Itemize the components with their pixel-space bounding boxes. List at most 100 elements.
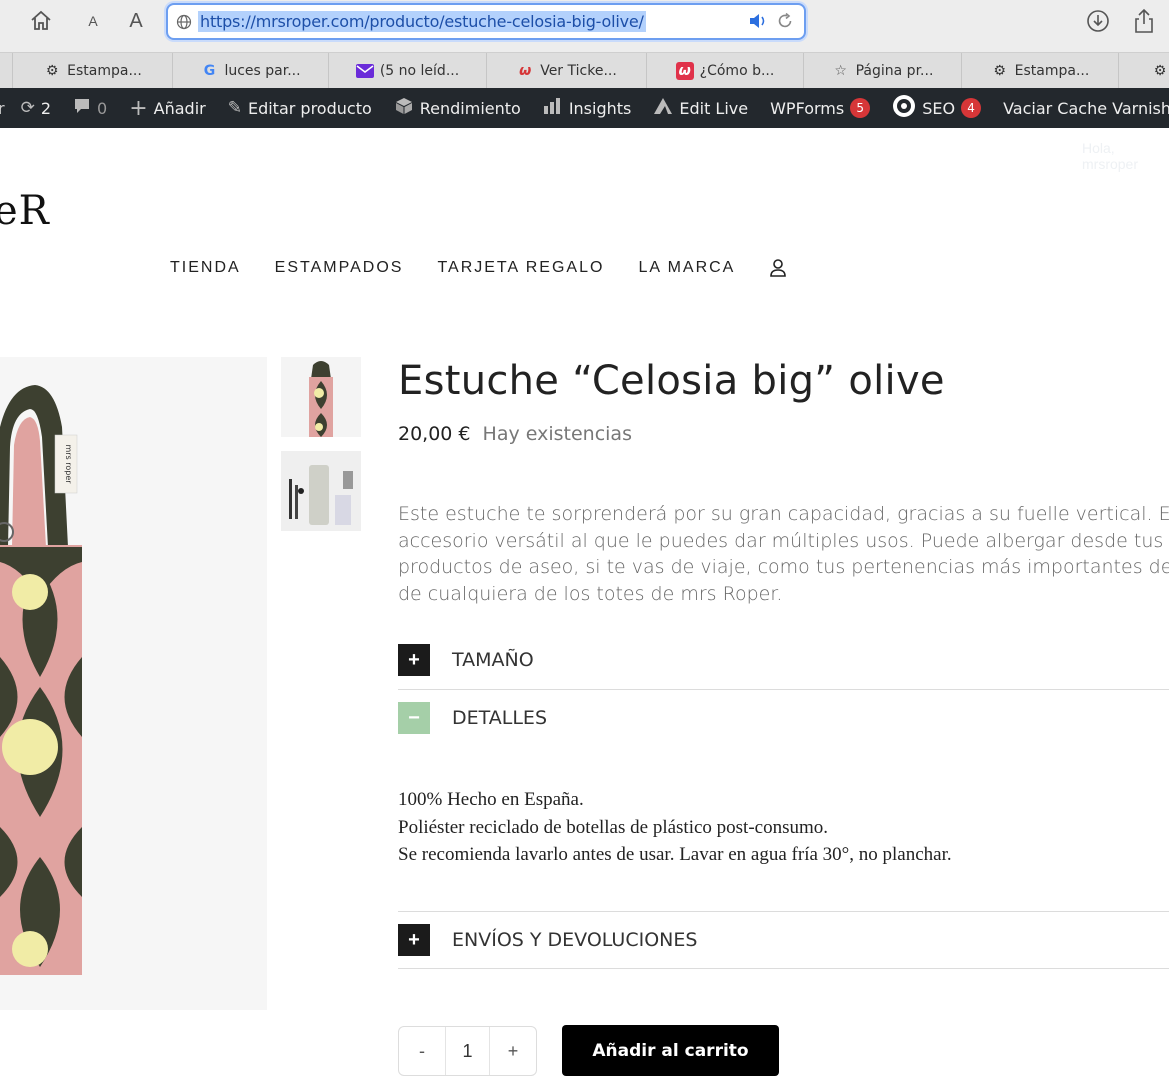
wpforms-label: WPForms [770, 98, 845, 118]
nav-tienda[interactable]: TIENDA [170, 259, 241, 277]
description-line: de cualquiera de los totes de mrs Roper. [398, 582, 783, 605]
download-icon[interactable] [1084, 8, 1112, 34]
quantity-input[interactable]: 1 [445, 1027, 490, 1075]
tab-estampa-1[interactable]: ⚙ Estampa... [12, 53, 172, 89]
tab-luces[interactable]: G luces par... [172, 53, 328, 89]
admin-bar-partial-item[interactable]: r [0, 99, 5, 118]
tab-label: Página pr... [855, 63, 934, 79]
edit-live-item[interactable]: Edit Live [653, 97, 748, 120]
gear-icon: ⚙ [993, 63, 1006, 79]
add-label: Añadir [153, 98, 206, 118]
divider [398, 911, 1169, 912]
comments-count: 0 [97, 98, 108, 118]
seo-badge: 4 [961, 98, 982, 118]
star-icon: ☆ [834, 63, 847, 79]
details-line: Se recomienda lavarlo antes de usar. Lav… [398, 844, 952, 865]
comments-item[interactable]: 0 [73, 97, 107, 120]
product-price: 20,00 € [398, 423, 471, 445]
tab-partial[interactable] [0, 53, 12, 89]
tab-como[interactable]: ω ¿Cómo b... [646, 53, 803, 89]
tab-label: ¿Cómo b... [699, 63, 775, 79]
details-line: Poliéster reciclado de botellas de plást… [398, 816, 829, 838]
accordion-shipping[interactable]: + ENVÍOS Y DEVOLUCIONES [398, 924, 1169, 956]
accordion-details-label[interactable]: DETALLES [452, 707, 547, 729]
refresh-icon: ⟳ [20, 98, 35, 118]
details-content: 100% Hecho en España. Poliéster reciclad… [398, 786, 952, 869]
bar-chart-icon [543, 97, 563, 120]
google-icon: G [203, 63, 216, 79]
cache-label: Vaciar Cache Varnish [1003, 98, 1169, 118]
box-icon [394, 97, 414, 120]
tab-label: Estampa... [1014, 63, 1090, 79]
insights-item[interactable]: Insights [543, 97, 632, 120]
tag-label: mrs roper [64, 444, 73, 484]
divider [398, 689, 1169, 690]
speaker-icon[interactable] [748, 12, 768, 35]
mail-icon [355, 62, 374, 80]
text-smaller-button[interactable]: A [84, 8, 102, 34]
wp-admin-bar: r ⟳ 2 0 + Añadir ✎ Editar producto Rendi… [0, 88, 1169, 128]
description-line: Este estuche te sorprenderá por su gran … [398, 503, 1169, 525]
pencil-icon: ✎ [227, 98, 242, 118]
tab-label: Ver Ticke... [540, 63, 617, 79]
nav-tarjeta-regalo[interactable]: TARJETA REGALO [437, 259, 604, 277]
collapse-icon[interactable]: − [398, 702, 430, 734]
mountain-icon [653, 97, 673, 120]
w-icon: ω [675, 62, 694, 80]
reload-icon[interactable] [776, 12, 794, 35]
updates-count: 2 [40, 98, 52, 118]
url-text: https://mrsroper.com/producto/estuche-ce… [198, 11, 646, 32]
main-nav: TIENDA ESTAMPADOS TARJETA REGALO LA MARC… [170, 258, 787, 278]
address-bar[interactable]: https://mrsroper.com/producto/estuche-ce… [166, 3, 806, 40]
add-new-item[interactable]: + Añadir [129, 96, 206, 121]
edit-product-label: Editar producto [247, 98, 372, 118]
quantity-decrease-button[interactable]: - [399, 1027, 445, 1075]
updates-item[interactable]: ⟳ 2 [21, 98, 51, 118]
accordion-details[interactable]: − DETALLES [398, 702, 1169, 734]
tab-tickets[interactable]: ω Ver Ticke... [486, 53, 646, 89]
product-description: Este estuche te sorprenderá por su gran … [398, 501, 1169, 607]
seo-gear-icon [892, 94, 916, 123]
expand-icon[interactable]: + [398, 924, 430, 956]
product-main-image[interactable]: mrs roper [0, 357, 267, 1010]
edit-product-item[interactable]: ✎ Editar producto [228, 98, 372, 118]
accordion-size-label[interactable]: TAMAÑO [452, 649, 534, 671]
browser-toolbar: A A https://mrsroper.com/producto/estuch… [0, 0, 1169, 52]
add-to-cart-button[interactable]: Añadir al carrito [562, 1025, 779, 1076]
seo-item[interactable]: SEO 4 [892, 94, 982, 123]
performance-label: Rendimiento [419, 98, 521, 118]
site-logo[interactable]: eR [0, 188, 50, 234]
tab-more[interactable]: ⚙ [1118, 53, 1169, 89]
tab-mail[interactable]: (5 no leíd... [328, 53, 486, 89]
gear-icon: ⚙ [1153, 63, 1167, 79]
performance-item[interactable]: Rendimiento [394, 97, 521, 120]
account-icon[interactable] [769, 258, 787, 278]
text-larger-button[interactable]: A [125, 8, 147, 34]
w-icon: ω [519, 63, 532, 79]
product-thumbnail-2[interactable] [281, 451, 361, 531]
divider [398, 968, 1169, 969]
gear-icon: ⚙ [45, 63, 59, 79]
share-icon[interactable] [1130, 8, 1158, 34]
product-thumbnail-1[interactable] [281, 357, 361, 437]
insights-label: Insights [568, 98, 632, 118]
wpforms-badge: 5 [850, 98, 871, 118]
expand-icon[interactable]: + [398, 644, 430, 676]
wpforms-item[interactable]: WPForms 5 [770, 98, 871, 118]
home-icon[interactable] [26, 8, 56, 34]
quantity-stepper: - 1 + [398, 1026, 537, 1076]
tab-estampa-2[interactable]: ⚙ Estampa... [961, 53, 1118, 89]
product-title: Estuche “Celosia big” olive [398, 358, 945, 404]
tab-label: Estampa... [67, 63, 142, 79]
admin-greeting[interactable]: Hola, mrsroper [1082, 140, 1169, 172]
seo-label: SEO [922, 98, 956, 118]
tab-pagina[interactable]: ☆ Página pr... [803, 53, 961, 89]
purge-cache-item[interactable]: Vaciar Cache Varnish [1003, 99, 1169, 118]
accordion-size[interactable]: + TAMAÑO [398, 644, 1169, 676]
nav-la-marca[interactable]: LA MARCA [638, 259, 735, 277]
stock-status: Hay existencias [482, 423, 632, 445]
quantity-increase-button[interactable]: + [490, 1027, 536, 1075]
accordion-shipping-label[interactable]: ENVÍOS Y DEVOLUCIONES [452, 929, 697, 951]
nav-estampados[interactable]: ESTAMPADOS [275, 259, 404, 277]
comment-icon [73, 97, 91, 120]
